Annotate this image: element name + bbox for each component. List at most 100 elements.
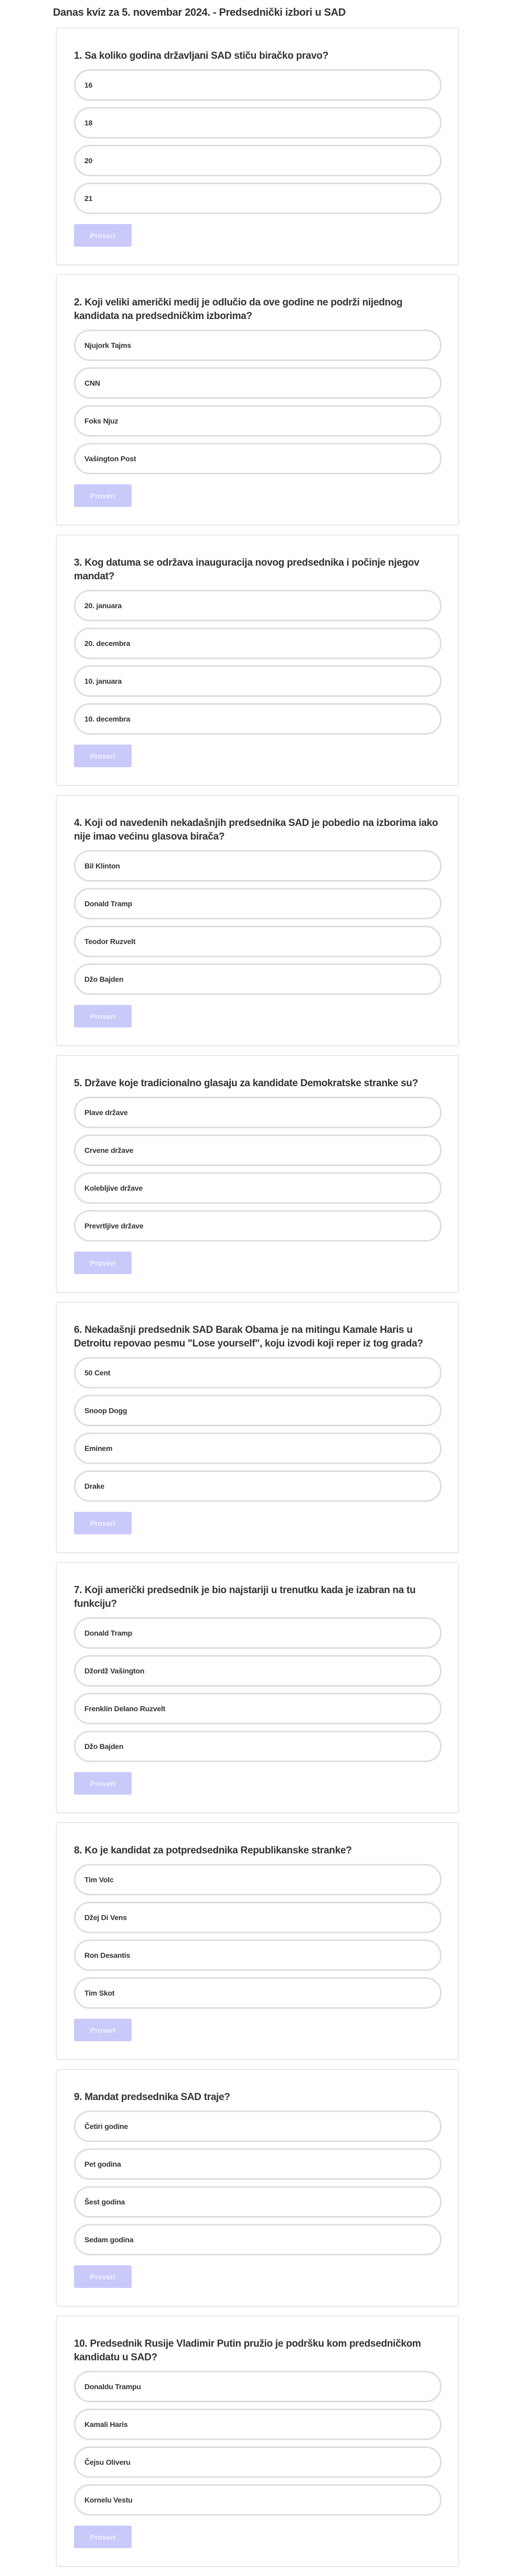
answer-option[interactable]: Donald Tramp xyxy=(74,888,442,919)
answer-options: Donald Tramp Džordž Vašington Frenklin D… xyxy=(74,1617,442,1762)
question-text: 9. Mandat predsednika SAD traje? xyxy=(74,2092,230,2103)
answer-option[interactable]: Čejsu Oliveru xyxy=(74,2446,442,2478)
answer-option-label: Plave države xyxy=(84,1108,128,1117)
check-answer-button[interactable]: Proveri xyxy=(74,2265,132,2288)
check-answer-button[interactable]: Proveri xyxy=(74,2526,132,2548)
answer-option[interactable]: Tim Skot xyxy=(74,1977,442,2009)
answer-option-label: Eminem xyxy=(84,1444,113,1453)
answer-option-label: 20. decembra xyxy=(84,639,131,648)
answer-option[interactable]: Džej Di Vens xyxy=(74,1902,442,1933)
answer-option-label: 20 xyxy=(84,156,93,165)
answer-option-label: Džej Di Vens xyxy=(84,1913,127,1922)
answer-option-label: Tim Skot xyxy=(84,1989,115,1997)
answer-option-label: Ron Desantis xyxy=(84,1951,131,1959)
question-card-6: 6. Nekadašnji predsednik SAD Barak Obama… xyxy=(56,1302,459,1553)
answer-option[interactable]: 50 Cent xyxy=(74,1357,442,1388)
answer-option[interactable]: Džo Bajden xyxy=(74,963,442,995)
answer-options: Plave države Crvene države Kolebljive dr… xyxy=(74,1097,442,1242)
answer-option[interactable]: Njujork Tajms xyxy=(74,330,442,361)
question-card-2: 2. Koji veliki američki medij je odlučio… xyxy=(56,274,459,525)
answer-option[interactable]: Eminem xyxy=(74,1433,442,1464)
answer-option[interactable]: 16 xyxy=(74,69,442,101)
answer-option-label: Frenklin Delano Ruzvelt xyxy=(84,1704,166,1713)
answer-option-label: Šest godina xyxy=(84,2198,125,2206)
check-answer-button[interactable]: Proveri xyxy=(74,484,132,507)
answer-option-label: 16 xyxy=(84,81,93,89)
answer-option[interactable]: Drake xyxy=(74,1470,442,1502)
answer-options: Tim Volc Džej Di Vens Ron Desantis Tim S… xyxy=(74,1864,442,2009)
answer-option-label: Kornelu Vestu xyxy=(84,2496,133,2504)
answer-option-label: Sedam godina xyxy=(84,2235,134,2244)
quiz-list: 1. Sa koliko godina državljani SAD stiču… xyxy=(56,28,459,2576)
answer-option[interactable]: Teodor Ruzvelt xyxy=(74,926,442,957)
answer-option-label: 18 xyxy=(84,119,93,127)
answer-option-label: Kolebljive države xyxy=(84,1184,143,1192)
question-card-4: 4. Koji od navedenih nekadašnjih predsed… xyxy=(56,795,459,1046)
answer-option-label: Džo Bajden xyxy=(84,1742,124,1751)
answer-option[interactable]: Kornelu Vestu xyxy=(74,2484,442,2516)
question-card-8: 8. Ko je kandidat za potpredsednika Repu… xyxy=(56,1822,459,2060)
answer-option[interactable]: 20 xyxy=(74,145,442,176)
answer-option[interactable]: Četiri godine xyxy=(74,2111,442,2142)
answer-option[interactable]: Prevrtljive države xyxy=(74,1210,442,1242)
answer-option-label: Foks Njuz xyxy=(84,417,119,425)
check-answer-button[interactable]: Proveri xyxy=(74,745,132,767)
answer-option-label: Teodor Ruzvelt xyxy=(84,937,136,946)
answer-option-label: Crvene države xyxy=(84,1146,134,1154)
answer-options: Njujork Tajms CNN Foks Njuz Vašington Po… xyxy=(74,330,442,474)
answer-option[interactable]: CNN xyxy=(74,367,442,399)
answer-option-label: Njujork Tajms xyxy=(84,341,131,349)
check-answer-button[interactable]: Proveri xyxy=(74,1252,132,1274)
check-answer-button[interactable]: Proveri xyxy=(74,224,132,247)
answer-option-label: 21 xyxy=(84,194,93,203)
answer-option[interactable]: Tim Volc xyxy=(74,1864,442,1895)
answer-option[interactable]: 10. decembra xyxy=(74,703,442,735)
answer-option-label: Donald Tramp xyxy=(84,1629,132,1637)
answer-option[interactable]: Plave države xyxy=(74,1097,442,1128)
question-text: 3. Kog datuma se održava inauguracija no… xyxy=(74,557,420,582)
answer-option[interactable]: Vašington Post xyxy=(74,443,442,474)
answer-option-label: CNN xyxy=(84,379,100,387)
answer-option-label: Donaldu Trampu xyxy=(84,2382,141,2391)
answer-option[interactable]: Džordž Vašington xyxy=(74,1655,442,1687)
question-card-5: 5. Države koje tradicionalno glasaju za … xyxy=(56,1055,459,1292)
check-answer-button[interactable]: Proveri xyxy=(74,1005,132,1027)
answer-option[interactable]: Bil Klinton xyxy=(74,850,442,882)
answer-option[interactable]: 18 xyxy=(74,107,442,139)
page-title: Danas kviz za 5. novembar 2024. - Predse… xyxy=(53,7,346,18)
answer-option[interactable]: Šest godina xyxy=(74,2186,442,2218)
answer-option-label: 10. januara xyxy=(84,677,122,685)
answer-option[interactable]: Džo Bajden xyxy=(74,1731,442,1762)
question-text: 4. Koji od navedenih nekadašnjih predsed… xyxy=(74,818,438,842)
question-text: 6. Nekadašnji predsednik SAD Barak Obama… xyxy=(74,1324,423,1349)
answer-option[interactable]: 20. januara xyxy=(74,590,442,621)
answer-option-label: Bil Klinton xyxy=(84,862,120,870)
answer-option[interactable]: Kamali Haris xyxy=(74,2409,442,2440)
answer-option[interactable]: 10. januara xyxy=(74,665,442,697)
check-answer-button[interactable]: Proveri xyxy=(74,2019,132,2041)
answer-option[interactable]: Donald Tramp xyxy=(74,1617,442,1649)
answer-option[interactable]: 21 xyxy=(74,183,442,214)
check-answer-button[interactable]: Proveri xyxy=(74,1512,132,1534)
answer-option[interactable]: Sedam godina xyxy=(74,2224,442,2255)
answer-option-label: Tim Volc xyxy=(84,1875,114,1884)
answer-option-label: Čejsu Oliveru xyxy=(84,2458,131,2466)
check-answer-button[interactable]: Proveri xyxy=(74,1772,132,1795)
answer-option[interactable]: Ron Desantis xyxy=(74,1939,442,1971)
answer-option-label: Prevrtljive države xyxy=(84,1222,144,1230)
question-card-7: 7. Koji američki predsednik je bio najst… xyxy=(56,1562,459,1813)
question-text: 7. Koji američki predsednik je bio najst… xyxy=(74,1585,416,1609)
answer-option-label: Džo Bajden xyxy=(84,975,124,983)
answer-option[interactable]: Frenklin Delano Ruzvelt xyxy=(74,1693,442,1724)
question-card-9: 9. Mandat predsednika SAD traje? Četiri … xyxy=(56,2069,459,2306)
answer-option[interactable]: Snoop Dogg xyxy=(74,1395,442,1426)
answer-option[interactable]: Kolebljive države xyxy=(74,1172,442,1204)
answer-option[interactable]: Pet godina xyxy=(74,2148,442,2180)
answer-option[interactable]: Crvene države xyxy=(74,1135,442,1166)
answer-options: 20. januara 20. decembra 10. januara 10.… xyxy=(74,590,442,735)
answer-option-label: Snoop Dogg xyxy=(84,1406,127,1415)
answer-option[interactable]: Donaldu Trampu xyxy=(74,2371,442,2402)
answer-option[interactable]: Foks Njuz xyxy=(74,405,442,437)
answer-option[interactable]: 20. decembra xyxy=(74,628,442,659)
answer-option-label: Džordž Vašington xyxy=(84,1667,145,1675)
